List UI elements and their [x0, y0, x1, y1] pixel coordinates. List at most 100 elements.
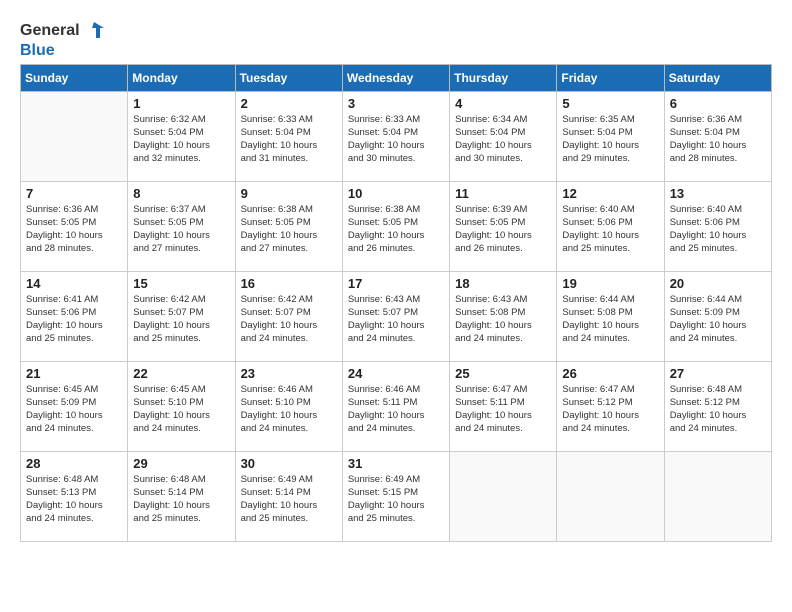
day-number: 22	[133, 366, 229, 381]
calendar-cell: 21 Sunrise: 6:45 AM Sunset: 5:09 PM Dayli…	[21, 361, 128, 451]
column-header-wednesday: Wednesday	[342, 64, 449, 91]
cell-info: Sunrise: 6:42 AM Sunset: 5:07 PM Dayligh…	[241, 293, 337, 346]
day-number: 17	[348, 276, 444, 291]
day-number: 25	[455, 366, 551, 381]
day-number: 9	[241, 186, 337, 201]
calendar-cell: 5Sunrise: 6:35 AM Sunset: 5:04 PM Daylig…	[557, 91, 664, 181]
logo-general: General	[20, 22, 80, 40]
day-number: 6	[670, 96, 766, 111]
column-header-saturday: Saturday	[664, 64, 771, 91]
calendar-cell	[21, 91, 128, 181]
calendar-cell: 19 Sunrise: 6:44 AM Sunset: 5:08 PM Dayli…	[557, 271, 664, 361]
calendar-week-3: 14 Sunrise: 6:41 AM Sunset: 5:06 PM Dayli…	[21, 271, 772, 361]
calendar-cell: 29 Sunrise: 6:48 AM Sunset: 5:14 PM Dayli…	[128, 451, 235, 541]
calendar-cell: 24 Sunrise: 6:46 AM Sunset: 5:11 PM Dayli…	[342, 361, 449, 451]
calendar-cell: 25 Sunrise: 6:47 AM Sunset: 5:11 PM Dayli…	[450, 361, 557, 451]
calendar-cell: 9 Sunrise: 6:38 AM Sunset: 5:05 PM Daylig…	[235, 181, 342, 271]
cell-info: Sunrise: 6:45 AM Sunset: 5:10 PM Dayligh…	[133, 383, 229, 436]
day-number: 27	[670, 366, 766, 381]
calendar-cell: 8 Sunrise: 6:37 AM Sunset: 5:05 PM Daylig…	[128, 181, 235, 271]
logo: General Blue	[20, 20, 104, 60]
column-header-tuesday: Tuesday	[235, 64, 342, 91]
cell-info: Sunrise: 6:47 AM Sunset: 5:11 PM Dayligh…	[455, 383, 551, 436]
day-number: 2	[241, 96, 337, 111]
calendar-header-row: SundayMondayTuesdayWednesdayThursdayFrid…	[21, 64, 772, 91]
day-number: 23	[241, 366, 337, 381]
calendar-week-1: 1 Sunrise: 6:32 AM Sunset: 5:04 PM Daylig…	[21, 91, 772, 181]
cell-info: Sunrise: 6:42 AM Sunset: 5:07 PM Dayligh…	[133, 293, 229, 346]
cell-info: Sunrise: 6:37 AM Sunset: 5:05 PM Dayligh…	[133, 203, 229, 256]
cell-info: Sunrise: 6:43 AM Sunset: 5:08 PM Dayligh…	[455, 293, 551, 346]
cell-info: Sunrise: 6:46 AM Sunset: 5:11 PM Dayligh…	[348, 383, 444, 436]
calendar-cell: 17 Sunrise: 6:43 AM Sunset: 5:07 PM Dayli…	[342, 271, 449, 361]
cell-info: Sunrise: 6:34 AM Sunset: 5:04 PM Dayligh…	[455, 113, 551, 166]
day-number: 10	[348, 186, 444, 201]
cell-info: Sunrise: 6:40 AM Sunset: 5:06 PM Dayligh…	[562, 203, 658, 256]
calendar-cell: 7 Sunrise: 6:36 AM Sunset: 5:05 PM Daylig…	[21, 181, 128, 271]
calendar-cell: 20Sunrise: 6:44 AM Sunset: 5:09 PM Dayli…	[664, 271, 771, 361]
calendar-cell: 14 Sunrise: 6:41 AM Sunset: 5:06 PM Dayli…	[21, 271, 128, 361]
day-number: 7	[26, 186, 122, 201]
day-number: 3	[348, 96, 444, 111]
day-number: 15	[133, 276, 229, 291]
calendar-cell: 1 Sunrise: 6:32 AM Sunset: 5:04 PM Daylig…	[128, 91, 235, 181]
day-number: 28	[26, 456, 122, 471]
day-number: 31	[348, 456, 444, 471]
day-number: 24	[348, 366, 444, 381]
calendar-cell: 18 Sunrise: 6:43 AM Sunset: 5:08 PM Dayli…	[450, 271, 557, 361]
calendar-cell: 28 Sunrise: 6:48 AM Sunset: 5:13 PM Dayli…	[21, 451, 128, 541]
cell-info: Sunrise: 6:35 AM Sunset: 5:04 PM Dayligh…	[562, 113, 658, 166]
cell-info: Sunrise: 6:48 AM Sunset: 5:13 PM Dayligh…	[26, 473, 122, 526]
day-number: 18	[455, 276, 551, 291]
cell-info: Sunrise: 6:36 AM Sunset: 5:04 PM Dayligh…	[670, 113, 766, 166]
calendar-cell: 22 Sunrise: 6:45 AM Sunset: 5:10 PM Dayli…	[128, 361, 235, 451]
day-number: 1	[133, 96, 229, 111]
logo-text: General Blue	[20, 20, 104, 60]
day-number: 26	[562, 366, 658, 381]
column-header-monday: Monday	[128, 64, 235, 91]
calendar-cell: 6 Sunrise: 6:36 AM Sunset: 5:04 PM Daylig…	[664, 91, 771, 181]
cell-info: Sunrise: 6:32 AM Sunset: 5:04 PM Dayligh…	[133, 113, 229, 166]
cell-info: Sunrise: 6:44 AM Sunset: 5:09 PM Dayligh…	[670, 293, 766, 346]
cell-info: Sunrise: 6:43 AM Sunset: 5:07 PM Dayligh…	[348, 293, 444, 346]
calendar-cell	[664, 451, 771, 541]
cell-info: Sunrise: 6:33 AM Sunset: 5:04 PM Dayligh…	[348, 113, 444, 166]
calendar-cell: 30Sunrise: 6:49 AM Sunset: 5:14 PM Dayli…	[235, 451, 342, 541]
calendar-table: SundayMondayTuesdayWednesdayThursdayFrid…	[20, 64, 772, 542]
page-header: General Blue	[20, 20, 772, 60]
day-number: 21	[26, 366, 122, 381]
cell-info: Sunrise: 6:45 AM Sunset: 5:09 PM Dayligh…	[26, 383, 122, 436]
day-number: 8	[133, 186, 229, 201]
cell-info: Sunrise: 6:38 AM Sunset: 5:05 PM Dayligh…	[241, 203, 337, 256]
calendar-cell: 31 Sunrise: 6:49 AM Sunset: 5:15 PM Dayli…	[342, 451, 449, 541]
cell-info: Sunrise: 6:41 AM Sunset: 5:06 PM Dayligh…	[26, 293, 122, 346]
calendar-week-2: 7 Sunrise: 6:36 AM Sunset: 5:05 PM Daylig…	[21, 181, 772, 271]
day-number: 30	[241, 456, 337, 471]
column-header-thursday: Thursday	[450, 64, 557, 91]
day-number: 19	[562, 276, 658, 291]
calendar-cell	[557, 451, 664, 541]
day-number: 29	[133, 456, 229, 471]
calendar-cell: 12 Sunrise: 6:40 AM Sunset: 5:06 PM Dayli…	[557, 181, 664, 271]
cell-info: Sunrise: 6:39 AM Sunset: 5:05 PM Dayligh…	[455, 203, 551, 256]
calendar-cell: 11 Sunrise: 6:39 AM Sunset: 5:05 PM Dayli…	[450, 181, 557, 271]
day-number: 16	[241, 276, 337, 291]
day-number: 13	[670, 186, 766, 201]
day-number: 14	[26, 276, 122, 291]
cell-info: Sunrise: 6:44 AM Sunset: 5:08 PM Dayligh…	[562, 293, 658, 346]
day-number: 12	[562, 186, 658, 201]
calendar-week-5: 28 Sunrise: 6:48 AM Sunset: 5:13 PM Dayli…	[21, 451, 772, 541]
calendar-cell: 23Sunrise: 6:46 AM Sunset: 5:10 PM Dayli…	[235, 361, 342, 451]
column-header-friday: Friday	[557, 64, 664, 91]
cell-info: Sunrise: 6:48 AM Sunset: 5:14 PM Dayligh…	[133, 473, 229, 526]
day-number: 4	[455, 96, 551, 111]
column-header-sunday: Sunday	[21, 64, 128, 91]
calendar-cell: 15 Sunrise: 6:42 AM Sunset: 5:07 PM Dayli…	[128, 271, 235, 361]
day-number: 11	[455, 186, 551, 201]
calendar-cell: 3 Sunrise: 6:33 AM Sunset: 5:04 PM Daylig…	[342, 91, 449, 181]
cell-info: Sunrise: 6:36 AM Sunset: 5:05 PM Dayligh…	[26, 203, 122, 256]
cell-info: Sunrise: 6:49 AM Sunset: 5:15 PM Dayligh…	[348, 473, 444, 526]
logo-blue: Blue	[20, 42, 55, 60]
calendar-cell: 4 Sunrise: 6:34 AM Sunset: 5:04 PM Daylig…	[450, 91, 557, 181]
calendar-cell: 13Sunrise: 6:40 AM Sunset: 5:06 PM Dayli…	[664, 181, 771, 271]
